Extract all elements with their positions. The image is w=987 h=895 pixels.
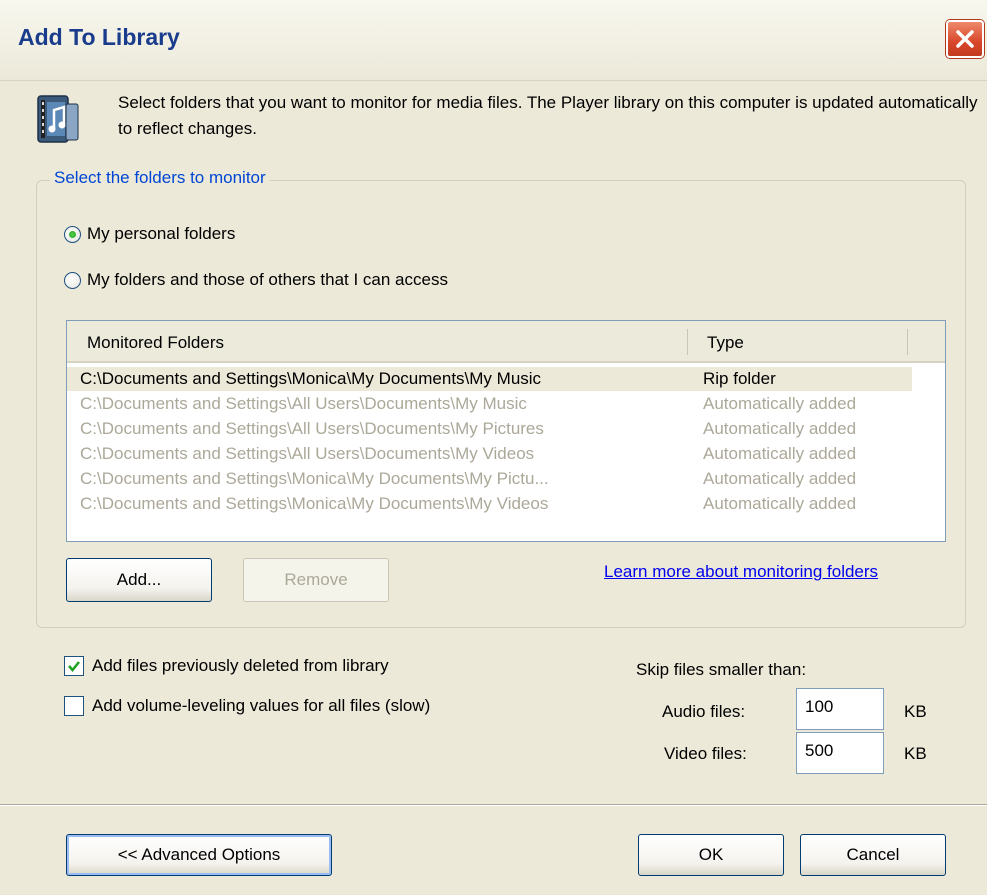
column-header-type[interactable]: Type xyxy=(707,333,744,353)
checkmark-icon xyxy=(68,661,80,672)
column-divider[interactable] xyxy=(907,329,908,355)
audio-unit-label: KB xyxy=(904,702,927,721)
cancel-button[interactable]: Cancel xyxy=(800,834,946,876)
window-title: Add To Library xyxy=(18,24,180,50)
checkbox-unchecked[interactable] xyxy=(64,696,84,716)
close-button[interactable] xyxy=(946,20,984,58)
audio-size-input[interactable]: 100 xyxy=(796,688,884,730)
folder-path: C:\Documents and Settings\All Users\Docu… xyxy=(80,444,535,463)
folder-type: Automatically added xyxy=(703,494,857,513)
skip-files-heading: Skip files smaller than: xyxy=(636,660,807,679)
radio-button-unchecked[interactable] xyxy=(64,271,81,289)
remove-folder-button[interactable]: Remove xyxy=(243,558,389,602)
audio-files-label: Audio files: xyxy=(662,702,746,721)
group-legend: Select the folders to monitor xyxy=(50,168,270,188)
close-icon xyxy=(956,30,974,48)
video-unit-label: KB xyxy=(904,744,927,763)
folder-type: Automatically added xyxy=(703,444,857,463)
monitored-folders-list[interactable]: Monitored Folders Type C:\Documents and … xyxy=(66,320,946,542)
list-row[interactable]: C:\Documents and Settings\All Users\Docu… xyxy=(67,392,912,416)
folder-path: C:\Documents and Settings\Monica\My Docu… xyxy=(80,494,549,513)
checkbox-checked[interactable] xyxy=(64,656,84,676)
media-library-icon xyxy=(37,95,79,143)
learn-more-link[interactable]: Learn more about monitoring folders xyxy=(604,562,878,582)
advanced-options-button[interactable]: << Advanced Options xyxy=(66,834,332,876)
radio-personal-folders[interactable]: My personal folders xyxy=(64,224,235,244)
list-row[interactable]: C:\Documents and Settings\Monica\My Docu… xyxy=(67,367,912,391)
list-row[interactable]: C:\Documents and Settings\All Users\Docu… xyxy=(67,417,912,441)
checkbox-label: Add files previously deleted from librar… xyxy=(92,656,389,675)
add-to-library-dialog: Add To Library Select folders that you w… xyxy=(0,0,987,895)
folder-path: C:\Documents and Settings\Monica\My Docu… xyxy=(80,369,542,388)
radio-button-checked[interactable] xyxy=(64,225,81,243)
intro-text: Select folders that you want to monitor … xyxy=(118,93,978,138)
folder-path: C:\Documents and Settings\Monica\My Docu… xyxy=(80,469,549,488)
list-row[interactable]: C:\Documents and Settings\Monica\My Docu… xyxy=(67,467,912,491)
radio-all-accessible-folders[interactable]: My folders and those of others that I ca… xyxy=(64,270,448,290)
list-header: Monitored Folders Type xyxy=(67,321,945,363)
list-row[interactable]: C:\Documents and Settings\Monica\My Docu… xyxy=(67,492,912,516)
radio-label: My folders and those of others that I ca… xyxy=(87,270,448,289)
folder-type: Automatically added xyxy=(703,419,857,438)
radio-label: My personal folders xyxy=(87,224,236,243)
folder-path: C:\Documents and Settings\All Users\Docu… xyxy=(80,394,527,413)
list-row[interactable]: C:\Documents and Settings\All Users\Docu… xyxy=(67,442,912,466)
footer-divider xyxy=(0,804,987,806)
title-bar[interactable]: Add To Library xyxy=(0,0,987,81)
video-files-label: Video files: xyxy=(664,744,747,763)
checkbox-volume-leveling[interactable]: Add volume-leveling values for all files… xyxy=(64,696,430,716)
checkbox-label: Add volume-leveling values for all files… xyxy=(92,696,431,715)
column-header-folders[interactable]: Monitored Folders xyxy=(87,333,224,353)
checkbox-add-deleted[interactable]: Add files previously deleted from librar… xyxy=(64,656,389,676)
ok-button[interactable]: OK xyxy=(638,834,784,876)
folder-type: Automatically added xyxy=(703,469,857,488)
folder-type: Rip folder xyxy=(703,369,776,388)
folder-type: Automatically added xyxy=(703,394,857,413)
add-folder-button[interactable]: Add... xyxy=(66,558,212,602)
video-size-input[interactable]: 500 xyxy=(796,732,884,774)
folder-path: C:\Documents and Settings\All Users\Docu… xyxy=(80,419,544,438)
column-divider[interactable] xyxy=(687,329,688,355)
